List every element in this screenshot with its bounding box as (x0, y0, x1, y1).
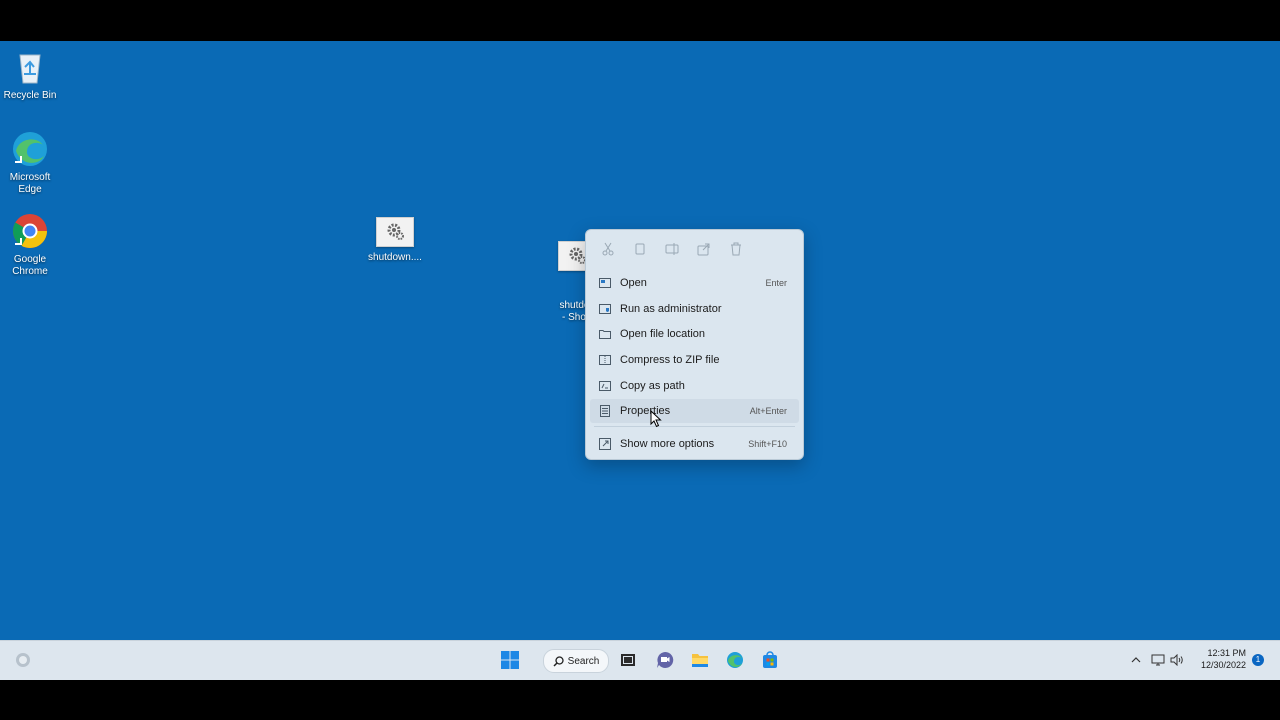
copy-button[interactable] (624, 238, 656, 260)
taskbar-search-button[interactable]: Search (543, 649, 609, 673)
context-menu-toolbar (592, 238, 752, 260)
system-clock[interactable]: 12:31 PM 12/30/2022 (1201, 647, 1246, 671)
notification-badge[interactable]: 1 (1252, 654, 1264, 666)
context-menu: Open Enter Run as administrator Open fil… (585, 229, 804, 460)
network-icon (1151, 654, 1165, 666)
menu-item-properties[interactable]: Properties Alt+Enter (590, 399, 799, 423)
menu-separator (594, 426, 795, 427)
edge-taskbar-button[interactable] (724, 649, 746, 671)
menu-item-open-file-location[interactable]: Open file location (590, 322, 799, 346)
menu-item-copy-as-path[interactable]: Copy as path (590, 374, 799, 398)
task-view-icon (621, 654, 635, 666)
more-options-icon (598, 437, 612, 451)
clock-time: 12:31 PM (1207, 648, 1246, 658)
share-icon (697, 243, 710, 256)
menu-item-open[interactable]: Open Enter (590, 271, 799, 295)
recycle-bin-icon (10, 47, 50, 87)
delete-icon (731, 242, 741, 256)
rename-button[interactable] (656, 238, 688, 260)
edge-icon (727, 652, 743, 668)
desktop: Recycle Bin Microsoft Edge Google Chrome (0, 41, 1280, 679)
google-chrome-shortcut[interactable]: Google Chrome (0, 211, 62, 278)
delete-button[interactable] (720, 238, 752, 260)
volume-button[interactable] (1169, 649, 1185, 671)
path-icon (598, 379, 612, 393)
show-hidden-icons-button[interactable] (1129, 649, 1143, 671)
folder-icon (598, 327, 612, 341)
file-explorer-button[interactable] (689, 649, 711, 671)
teams-chat-icon (657, 651, 674, 668)
widgets-icon (16, 653, 30, 667)
google-chrome-label: Google Chrome (12, 254, 48, 277)
shield-icon (598, 302, 612, 316)
clock-date: 12/30/2022 (1200, 660, 1246, 670)
share-button[interactable] (688, 238, 720, 260)
cut-button[interactable] (592, 238, 624, 260)
windows-logo-icon (501, 651, 519, 669)
menu-item-compress-zip[interactable]: Compress to ZIP file (590, 348, 799, 372)
copy-icon (635, 243, 645, 255)
mouse-cursor-icon (650, 410, 662, 428)
menu-item-show-more-options[interactable]: Show more options Shift+F10 (590, 432, 799, 456)
shutdown-file-label: shutdown.... (368, 252, 422, 263)
teams-chat-button[interactable] (654, 649, 676, 671)
chevron-up-icon (1131, 657, 1141, 663)
shutdown-file[interactable]: shutdown.... (363, 209, 427, 264)
chrome-icon (10, 211, 50, 251)
search-label: Search (567, 655, 600, 667)
recycle-bin-shortcut[interactable]: Recycle Bin (0, 47, 62, 102)
microsoft-edge-label: Microsoft Edge (9, 172, 51, 195)
edge-icon (10, 129, 50, 169)
search-icon (553, 655, 564, 667)
cut-icon (602, 242, 614, 256)
volume-icon (1170, 654, 1183, 666)
recycle-bin-label: Recycle Bin (3, 90, 57, 101)
store-button[interactable] (759, 649, 781, 671)
store-icon (763, 651, 777, 668)
widgets-button[interactable] (12, 649, 34, 671)
start-button[interactable] (499, 649, 521, 671)
properties-icon (598, 404, 612, 418)
folder-icon (692, 654, 708, 667)
microsoft-edge-shortcut[interactable]: Microsoft Edge (0, 129, 62, 196)
taskbar: Search 12:31 PM 12/30/2022 1 (0, 640, 1280, 680)
network-button[interactable] (1150, 649, 1166, 671)
settings-file-icon (376, 217, 414, 247)
task-view-button[interactable] (618, 649, 638, 671)
rename-icon (665, 243, 679, 255)
open-icon (598, 276, 612, 290)
menu-item-run-as-administrator[interactable]: Run as administrator (590, 297, 799, 321)
zip-icon (598, 353, 612, 367)
